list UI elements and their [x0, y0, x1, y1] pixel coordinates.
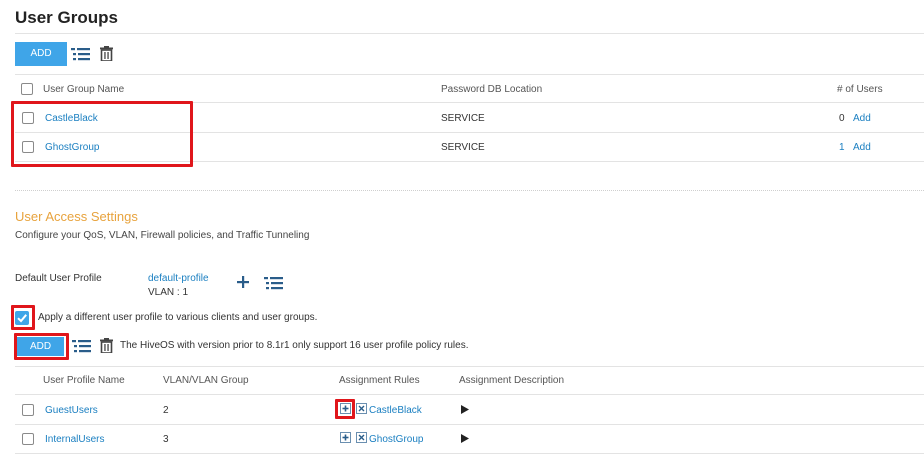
default-profile-vlan: VLAN : 1: [148, 287, 189, 298]
add-rule-icon[interactable]: [340, 432, 351, 443]
vlan-value: 2: [163, 405, 169, 416]
row-checkbox[interactable]: [22, 433, 34, 445]
play-icon[interactable]: [461, 434, 469, 443]
column-user-group-name: User Group Name: [43, 84, 125, 95]
profiles-header-divider: [15, 394, 924, 395]
highlight-box: [11, 305, 35, 330]
default-profile-label: Default User Profile: [15, 273, 102, 284]
remove-rule-icon[interactable]: [356, 403, 367, 414]
remove-rule-icon[interactable]: [356, 432, 367, 443]
policy-notice: The HiveOS with version prior to 8.1r1 o…: [120, 340, 469, 351]
user-count: 0: [839, 113, 845, 124]
column-user-profile-name: User Profile Name: [43, 375, 125, 386]
play-icon[interactable]: [461, 405, 469, 414]
password-db-location: SERVICE: [441, 142, 485, 153]
row-divider: [15, 453, 924, 454]
row-divider: [15, 424, 924, 425]
rule-group-link[interactable]: GhostGroup: [369, 434, 423, 445]
plus-icon[interactable]: [237, 276, 249, 288]
title-divider: [15, 33, 924, 34]
groups-table-top-border: [15, 74, 924, 75]
list-icon[interactable]: [71, 47, 91, 61]
highlight-box: [335, 399, 355, 419]
default-profile-link[interactable]: default-profile: [148, 273, 209, 284]
add-users-link[interactable]: Add: [853, 113, 871, 124]
column-vlan-group: VLAN/VLAN Group: [163, 375, 249, 386]
vlan-value: 3: [163, 434, 169, 445]
highlight-box: [11, 101, 193, 167]
select-all-groups-checkbox[interactable]: [21, 83, 33, 95]
section-title: User Access Settings: [15, 209, 138, 224]
column-number-of-users: # of Users: [837, 84, 883, 95]
page-title: User Groups: [15, 8, 118, 27]
column-assignment-rules: Assignment Rules: [339, 375, 420, 386]
list-icon[interactable]: [264, 276, 284, 290]
trash-icon[interactable]: [100, 46, 113, 61]
apply-profile-label: Apply a different user profile to variou…: [38, 312, 318, 323]
rule-group-link[interactable]: CastleBlack: [369, 405, 422, 416]
column-password-db-location: Password DB Location: [441, 84, 543, 95]
add-users-link[interactable]: Add: [853, 142, 871, 153]
user-count-link[interactable]: 1: [839, 142, 845, 153]
row-checkbox[interactable]: [22, 404, 34, 416]
highlight-box: [14, 333, 69, 360]
profile-name-link[interactable]: GuestUsers: [45, 405, 98, 416]
profile-name-link[interactable]: InternalUsers: [45, 434, 104, 445]
profiles-table-top-border: [15, 366, 924, 367]
add-user-group-button[interactable]: ADD: [15, 42, 67, 66]
password-db-location: SERVICE: [441, 113, 485, 124]
list-icon[interactable]: [72, 339, 92, 353]
column-assignment-description: Assignment Description: [459, 375, 565, 386]
trash-icon[interactable]: [100, 338, 113, 353]
section-subtitle: Configure your QoS, VLAN, Firewall polic…: [15, 230, 310, 241]
section-divider: [15, 190, 924, 191]
